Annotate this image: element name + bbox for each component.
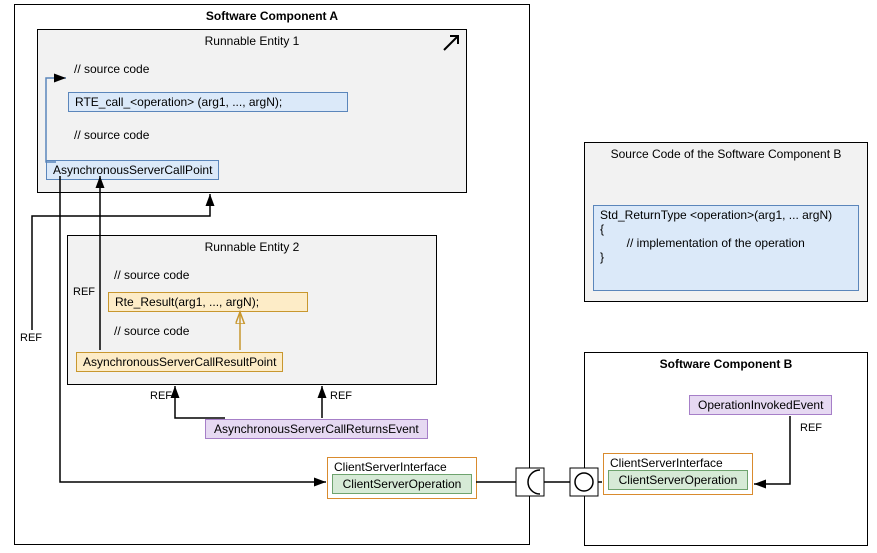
async-server-call-point: AsynchronousServerCallPoint <box>46 160 219 180</box>
ref-label-4: REF <box>330 390 352 402</box>
rte-call-box: RTE_call_<operation> (arg1, ..., argN); <box>68 92 348 112</box>
cs-operation-b: ClientServerOperation <box>608 470 748 490</box>
src-b-line3: // implementation of the operation <box>600 236 852 250</box>
cs-interface-a-frame: ClientServerInterface ClientServerOperat… <box>327 457 477 499</box>
cs-operation-a: ClientServerOperation <box>332 474 472 494</box>
ref-label-5: REF <box>800 422 822 434</box>
rte-result-box: Rte_Result(arg1, ..., argN); <box>108 292 308 312</box>
active-class-icon <box>440 32 462 57</box>
runnable-entity-2: Runnable Entity 2 // source code Rte_Res… <box>67 235 437 385</box>
runnable-1-src2: // source code <box>68 126 155 144</box>
runnable-2-src2: // source code <box>108 322 195 340</box>
component-b-frame: Software Component B OperationInvokedEve… <box>584 352 868 546</box>
source-code-b-frame: Source Code of the Software Component B … <box>584 142 868 302</box>
async-server-call-result-point: AsynchronousServerCallResultPoint <box>76 352 283 372</box>
component-a-frame: Software Component A Runnable Entity 1 /… <box>14 4 530 545</box>
src-b-line2: { <box>600 222 852 236</box>
operation-invoked-event: OperationInvokedEvent <box>689 395 832 415</box>
runnable-2-title: Runnable Entity 2 <box>68 236 436 258</box>
diagram-canvas: Software Component A Runnable Entity 1 /… <box>0 0 877 553</box>
source-code-b-title: Source Code of the Software Component B <box>585 143 867 165</box>
source-code-b-body: Std_ReturnType <operation>(arg1, ... arg… <box>593 205 859 291</box>
ref-label-1: REF <box>20 332 42 344</box>
cs-interface-b-frame: ClientServerInterface ClientServerOperat… <box>603 453 753 495</box>
runnable-2-src1: // source code <box>108 266 436 284</box>
runnable-1-src1: // source code <box>68 60 466 78</box>
src-b-line4: } <box>600 250 852 264</box>
component-b-title: Software Component B <box>585 353 867 375</box>
component-a-title: Software Component A <box>15 5 529 27</box>
runnable-entity-1: Runnable Entity 1 // source code RTE_cal… <box>37 29 467 193</box>
src-b-line1: Std_ReturnType <operation>(arg1, ... arg… <box>600 208 852 222</box>
runnable-1-title: Runnable Entity 1 <box>38 30 466 52</box>
async-returns-event: AsynchronousServerCallReturnsEvent <box>205 419 428 439</box>
ref-label-3: REF <box>150 390 172 402</box>
ref-label-2: REF <box>73 286 95 298</box>
